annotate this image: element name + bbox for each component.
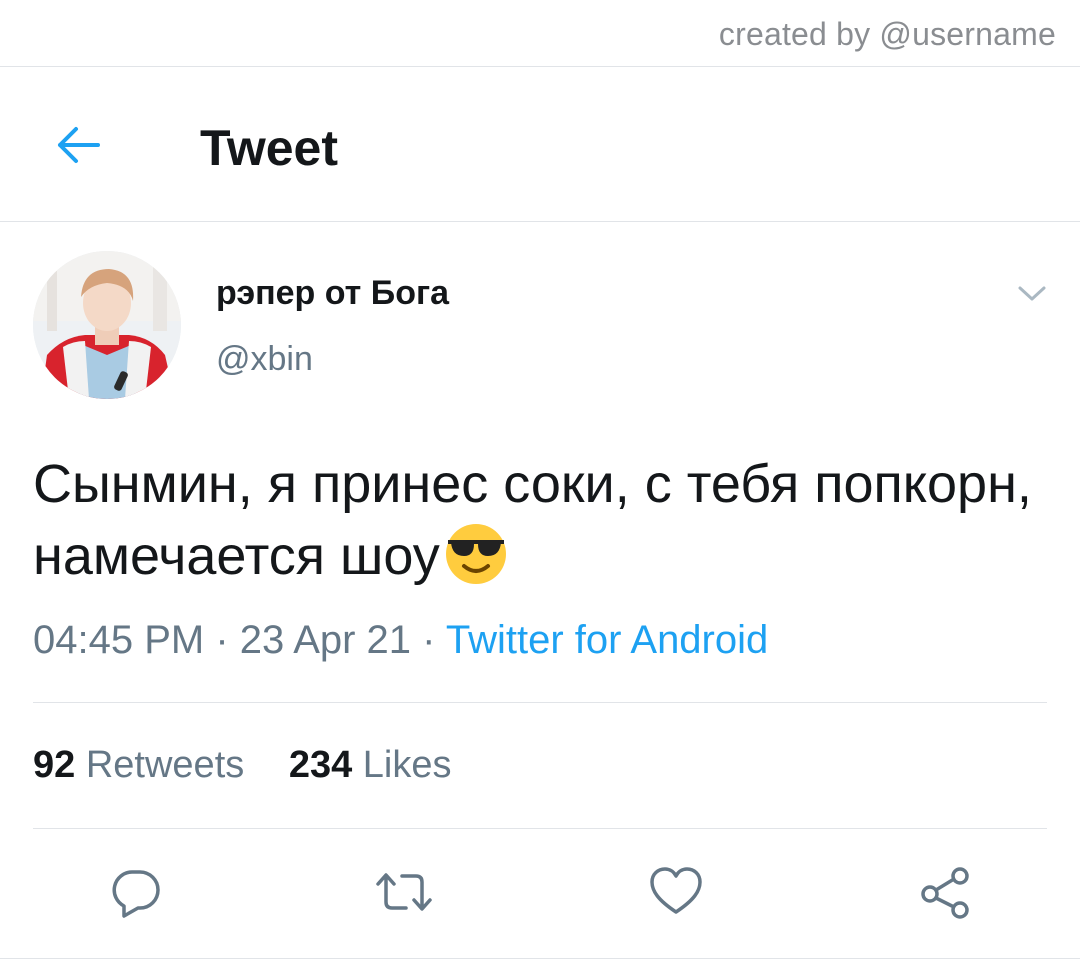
stats-divider bbox=[33, 828, 1047, 829]
bottom-divider bbox=[0, 958, 1080, 959]
credit-text: created by @username bbox=[718, 16, 1056, 52]
tweet-date: 23 Apr 21 bbox=[239, 618, 412, 662]
tweet-body: Сынмин, я принес соки, с тебя попкорн, н… bbox=[33, 454, 1032, 586]
like-button[interactable] bbox=[648, 864, 704, 920]
back-button[interactable] bbox=[50, 121, 106, 169]
display-name[interactable]: рэпер от Бога bbox=[216, 274, 449, 313]
header-divider bbox=[0, 221, 1080, 222]
user-handle: @xbin bbox=[216, 340, 313, 378]
meta-separator: · bbox=[215, 618, 229, 662]
reply-button[interactable] bbox=[108, 864, 164, 920]
tweet-text: Сынмин, я принес соки, с тебя попкорн, н… bbox=[33, 448, 1033, 592]
retweets-label: Retweets bbox=[85, 744, 245, 786]
meta-divider bbox=[33, 702, 1047, 703]
reply-icon bbox=[112, 870, 160, 918]
retweets-stat[interactable]: 92 Retweets bbox=[33, 744, 244, 786]
tweet-time: 04:45 PM bbox=[33, 618, 205, 662]
arrow-left-icon bbox=[58, 127, 100, 163]
share-button[interactable] bbox=[916, 864, 972, 920]
page-title: Tweet bbox=[200, 120, 338, 176]
retweet-icon bbox=[376, 873, 432, 911]
heart-icon bbox=[650, 867, 702, 914]
chevron-down-icon bbox=[1018, 286, 1046, 301]
tweet-meta: 04:45 PM · 23 Apr 21 · Twitter for Andro… bbox=[33, 618, 768, 663]
likes-count: 234 bbox=[288, 744, 353, 786]
tweet-stats: 92 Retweets 234 Likes bbox=[33, 744, 486, 787]
tweet-source-link[interactable]: Twitter for Android bbox=[446, 618, 768, 662]
share-icon bbox=[921, 867, 969, 919]
profile-photo bbox=[33, 251, 181, 399]
likes-stat[interactable]: 234 Likes bbox=[289, 744, 452, 786]
app-header: Tweet bbox=[0, 67, 1080, 221]
retweets-count: 92 bbox=[33, 744, 76, 786]
more-options-button[interactable] bbox=[1012, 278, 1052, 308]
avatar[interactable] bbox=[33, 251, 181, 399]
sunglasses-emoji-icon bbox=[445, 524, 506, 584]
retweet-button[interactable] bbox=[372, 864, 432, 920]
likes-label: Likes bbox=[362, 744, 452, 786]
meta-separator: · bbox=[422, 618, 436, 662]
